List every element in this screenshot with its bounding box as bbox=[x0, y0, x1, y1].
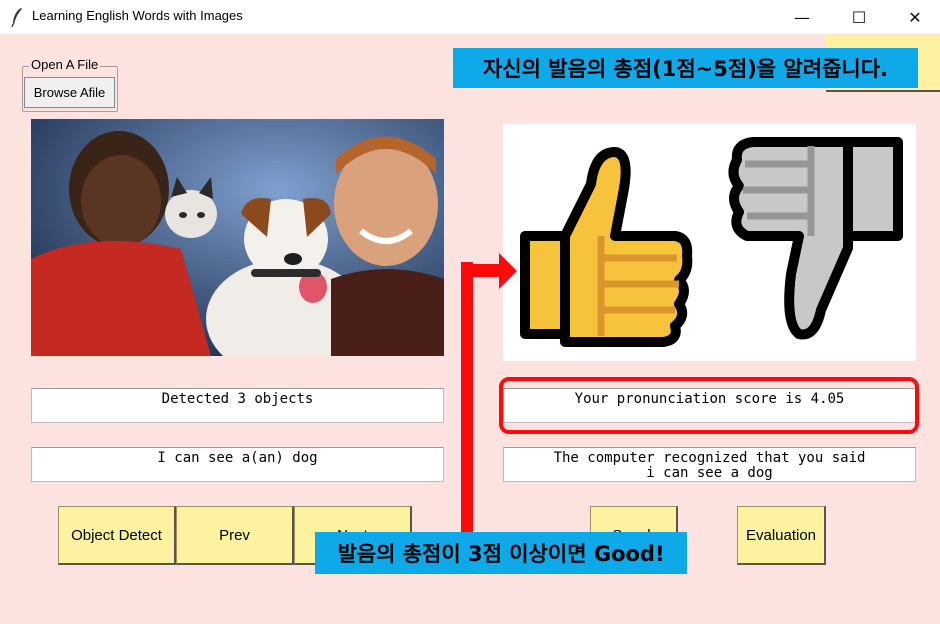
close-button[interactable]: ✕ bbox=[892, 0, 938, 34]
title-bar: Learning English Words with Images — ☐ ✕ bbox=[0, 0, 940, 34]
sentence-field: I can see a(an) dog bbox=[31, 447, 444, 482]
maximize-icon: ☐ bbox=[851, 7, 867, 27]
annotation-arrow-shaft bbox=[461, 262, 473, 540]
window-title: Learning English Words with Images bbox=[32, 8, 243, 23]
evaluation-result-image bbox=[503, 124, 916, 361]
evaluation-button[interactable]: Evaluation bbox=[737, 506, 826, 565]
thumbs-down-icon bbox=[728, 137, 903, 340]
prev-button[interactable]: Prev bbox=[176, 506, 294, 565]
good-threshold-callout: 발음의 총점이 3점 이상이면 Good! bbox=[315, 532, 687, 574]
close-icon: ✕ bbox=[908, 7, 922, 27]
feather-icon bbox=[11, 8, 22, 27]
recognized-line-2: i can see a dog bbox=[646, 465, 773, 481]
minimize-button[interactable]: — bbox=[779, 0, 825, 34]
detected-image bbox=[31, 119, 444, 356]
annotation-arrow-head-icon bbox=[499, 253, 517, 289]
recognized-speech-field: The computer recognized that you said i … bbox=[503, 447, 916, 482]
recognized-line-1: The computer recognized that you said bbox=[553, 450, 866, 466]
browse-file-button[interactable]: Browse Afile bbox=[24, 77, 115, 108]
people-with-pets-photo bbox=[31, 119, 444, 356]
minimize-icon: — bbox=[794, 7, 810, 27]
object-detect-button[interactable]: Object Detect bbox=[58, 506, 176, 565]
score-highlight-box bbox=[499, 377, 919, 434]
detection-result-field: Detected 3 objects bbox=[31, 388, 444, 423]
annotation-arrow-bend bbox=[461, 264, 501, 277]
open-file-label: Open A File bbox=[29, 57, 101, 72]
maximize-button[interactable]: ☐ bbox=[836, 0, 882, 34]
thumbs-up-icon bbox=[520, 147, 693, 347]
score-explanation-callout: 자신의 발음의 총점(1점~5점)을 알려줍니다. bbox=[453, 48, 918, 88]
